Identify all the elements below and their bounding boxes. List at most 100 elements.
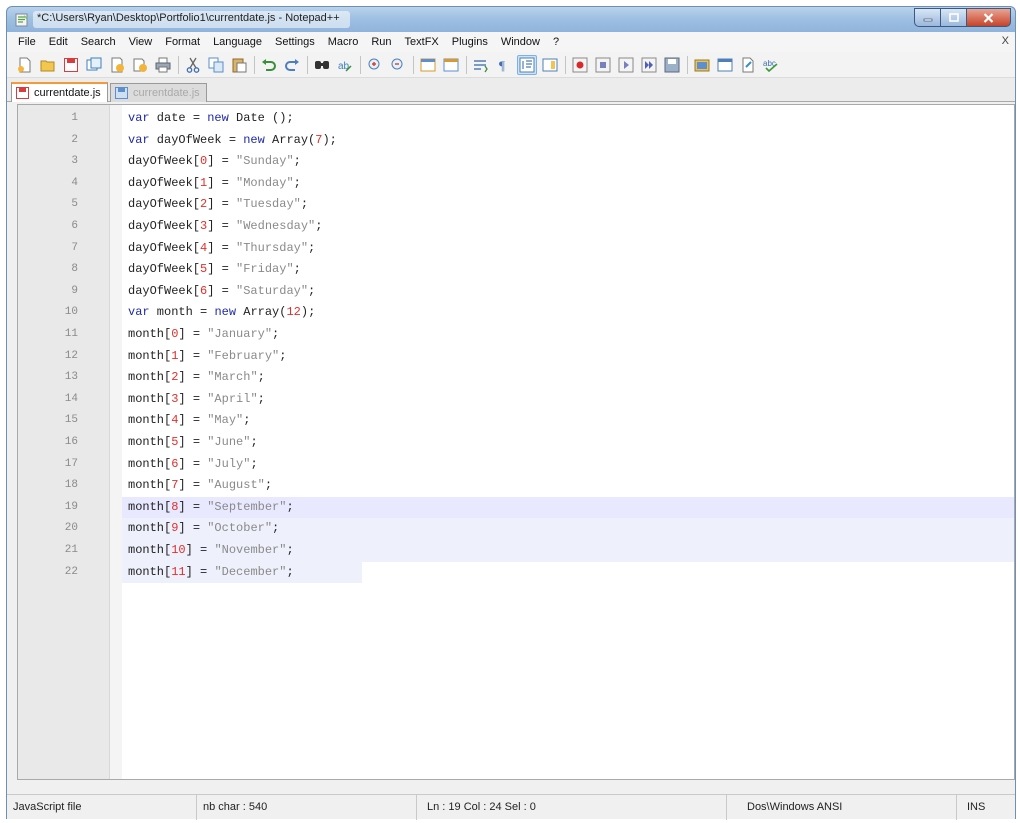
paste-icon <box>232 58 247 72</box>
code-line[interactable]: var date = new Date (); <box>122 108 1014 130</box>
redo-button[interactable] <box>282 55 302 75</box>
menu-view[interactable]: View <box>124 36 158 48</box>
maximize-button[interactable] <box>941 8 967 27</box>
code-line[interactable]: month[2] = "March"; <box>122 367 1014 389</box>
paste-button[interactable] <box>229 55 249 75</box>
all-chars-icon: ¶ <box>499 58 505 73</box>
code-line[interactable]: month[4] = "May"; <box>122 410 1014 432</box>
code-line[interactable]: month[9] = "October"; <box>122 518 1014 540</box>
code-token: ] <box>207 197 222 212</box>
save-all-button[interactable] <box>84 55 104 75</box>
code-line[interactable]: var dayOfWeek = new Array(7); <box>122 130 1014 152</box>
line-number: 17 <box>64 457 78 470</box>
code-line[interactable]: month[11] = "December"; <box>122 561 362 584</box>
word-wrap-button[interactable] <box>471 55 491 75</box>
code-line[interactable]: dayOfWeek[3] = "Wednesday"; <box>122 216 1014 238</box>
code-line[interactable]: month[1] = "February"; <box>122 346 1014 368</box>
code-token: new <box>214 305 237 320</box>
menu-format[interactable]: Format <box>160 36 205 48</box>
save-macro-button[interactable] <box>662 55 682 75</box>
tab-currentdate-inactive[interactable]: currentdate.js <box>110 83 207 102</box>
code-line[interactable]: dayOfWeek[0] = "Sunday"; <box>122 151 1014 173</box>
undo-button[interactable] <box>259 55 279 75</box>
replace-button[interactable]: ab <box>335 55 355 75</box>
cut-button[interactable] <box>183 55 203 75</box>
menu-help[interactable]: ? <box>548 36 564 48</box>
code-line[interactable]: month[8] = "September"; <box>122 496 1014 519</box>
print-button[interactable] <box>153 55 173 75</box>
start-recording-button[interactable] <box>570 55 590 75</box>
browser-two-button[interactable] <box>715 55 735 75</box>
code-token: ; <box>293 262 301 277</box>
menu-settings[interactable]: Settings <box>270 36 320 48</box>
code-area[interactable]: var date = new Date (); var dayOfWeek = n… <box>122 105 1014 779</box>
code-token: ; <box>286 111 294 125</box>
code-line[interactable]: var month = new Array(12); <box>122 302 1014 324</box>
toolbar-separator <box>178 55 179 74</box>
code-line[interactable]: dayOfWeek[2] = "Tuesday"; <box>122 194 1014 216</box>
code-token: "June" <box>207 435 251 449</box>
menu-file[interactable]: File <box>13 36 41 48</box>
line-number-gutter: 1 2 3 4 5 6 7 8 9 10 11 12 13 14 15 16 17 18 19 20 21 22 <box>18 105 110 779</box>
print-icon <box>155 57 171 72</box>
code-line[interactable]: month[3] = "April"; <box>122 389 1014 411</box>
code-token: ; <box>257 391 265 406</box>
menu-window[interactable]: Window <box>496 36 545 48</box>
copy-button[interactable] <box>206 55 226 75</box>
close-button[interactable] <box>967 8 1011 27</box>
menu-search[interactable]: Search <box>76 36 121 48</box>
code-token: ; <box>329 132 337 147</box>
code-token: month <box>149 305 201 320</box>
stop-recording-button[interactable] <box>593 55 613 75</box>
close-file-button[interactable] <box>107 55 127 75</box>
indent-guide-button[interactable] <box>517 54 537 75</box>
new-file-button[interactable] <box>15 55 35 75</box>
zoom-out-button[interactable] <box>388 55 408 75</box>
code-token: new <box>243 132 265 147</box>
title-bar[interactable]: *C:\Users\Ryan\Desktop\Portfolio1\curren… <box>6 6 1016 32</box>
code-line[interactable]: month[6] = "July"; <box>122 454 1014 476</box>
document-map-button[interactable] <box>540 55 560 75</box>
show-all-chars-button[interactable]: ¶ <box>494 55 514 75</box>
close-all-button[interactable] <box>130 55 150 75</box>
launch-browser-button[interactable] <box>692 55 712 75</box>
save-button[interactable] <box>61 55 81 75</box>
code-line[interactable]: dayOfWeek[1] = "Monday"; <box>122 173 1014 195</box>
redo-icon <box>285 58 299 71</box>
open-file-button[interactable] <box>38 55 58 75</box>
menu-plugins[interactable]: Plugins <box>447 36 493 48</box>
find-button[interactable] <box>312 55 332 75</box>
find-icon <box>315 60 329 69</box>
zoom-in-button[interactable] <box>365 55 385 75</box>
sync-vertical-button[interactable] <box>418 55 438 75</box>
code-line[interactable]: month[10] = "November"; <box>122 540 1014 562</box>
minimize-button[interactable] <box>914 8 941 27</box>
menu-run[interactable]: Run <box>366 36 396 48</box>
browser-three-button[interactable] <box>738 55 758 75</box>
code-token: Array( <box>264 132 316 147</box>
menu-edit[interactable]: Edit <box>44 36 73 48</box>
menu-language[interactable]: Language <box>208 36 267 48</box>
code-line[interactable]: dayOfWeek[4] = "Thursday"; <box>122 238 1014 260</box>
playback-button[interactable] <box>616 55 636 75</box>
spellcheck-button[interactable]: abc <box>761 55 781 75</box>
code-line[interactable]: dayOfWeek[6] = "Saturday"; <box>122 281 1014 303</box>
menu-macro[interactable]: Macro <box>323 36 364 48</box>
code-line[interactable]: month[5] = "June"; <box>122 432 1014 454</box>
code-token: "Sunday" <box>236 154 294 169</box>
toolbar: ab ¶ abc <box>7 52 1015 78</box>
menu-bar: File Edit Search View Format Language Se… <box>7 32 1015 52</box>
menu-textfx[interactable]: TextFX <box>400 36 444 48</box>
code-line[interactable]: month[0] = "January"; <box>122 324 1014 346</box>
code-line[interactable]: month[7] = "August"; <box>122 475 1014 497</box>
code-token: ; <box>243 413 251 428</box>
status-cursor-position: Ln : 19 Col : 24 Sel : 0 <box>417 795 727 820</box>
tab-currentdate-active[interactable]: currentdate.js <box>11 82 108 102</box>
fold-margin[interactable] <box>110 105 122 779</box>
code-line[interactable]: dayOfWeek[5] = "Friday"; <box>122 259 1014 281</box>
close-document-button[interactable]: X <box>1002 35 1009 47</box>
run-macro-multiple-button[interactable] <box>639 55 659 75</box>
code-editor[interactable]: 1 2 3 4 5 6 7 8 9 10 11 12 13 14 15 16 17 18 19 20 21 22 var … <box>17 104 1015 780</box>
code-token: ] <box>207 240 222 255</box>
sync-horizontal-button[interactable] <box>441 55 461 75</box>
